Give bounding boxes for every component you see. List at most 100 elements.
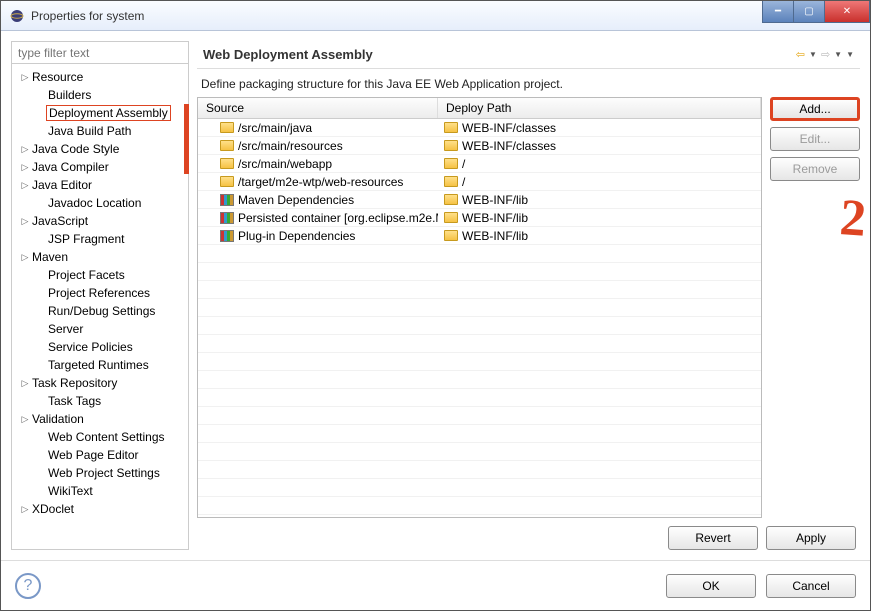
ok-button[interactable]: OK — [666, 574, 756, 598]
folder-icon — [444, 176, 458, 187]
sidebar-item-label: Server — [46, 322, 83, 336]
sidebar-item-label: Java Code Style — [30, 142, 119, 156]
sidebar-item-label: Project References — [46, 286, 150, 300]
sidebar-item-javascript[interactable]: ▷JavaScript — [12, 212, 188, 230]
col-source[interactable]: Source — [198, 98, 438, 118]
table-row-empty — [198, 335, 761, 353]
apply-button[interactable]: Apply — [766, 526, 856, 550]
source-text: Persisted container [org.eclipse.m2e.MAV… — [238, 211, 438, 225]
sidebar-item-label: JSP Fragment — [46, 232, 124, 246]
table-row[interactable]: /target/m2e-wtp/web-resources/ — [198, 173, 761, 191]
sidebar-item-project-facets[interactable]: Project Facets — [12, 266, 188, 284]
table-row-empty — [198, 353, 761, 371]
table-row-empty — [198, 497, 761, 515]
sidebar-item-web-content-settings[interactable]: Web Content Settings — [12, 428, 188, 446]
filter-input[interactable] — [12, 42, 188, 64]
library-icon — [220, 230, 234, 242]
close-button[interactable]: ✕ — [824, 1, 870, 23]
sidebar-item-server[interactable]: Server — [12, 320, 188, 338]
sidebar-item-java-compiler[interactable]: ▷Java Compiler — [12, 158, 188, 176]
forward-icon[interactable]: ⇨ — [821, 48, 830, 61]
sidebar-item-web-page-editor[interactable]: Web Page Editor — [12, 446, 188, 464]
table-row[interactable]: /src/main/resourcesWEB-INF/classes — [198, 137, 761, 155]
dialog-footer: ? OK Cancel — [1, 560, 870, 610]
sidebar-item-java-build-path[interactable]: Java Build Path — [12, 122, 188, 140]
sidebar-item-label: Service Policies — [46, 340, 133, 354]
sidebar-item-maven[interactable]: ▷Maven — [12, 248, 188, 266]
sidebar-item-wikitext[interactable]: WikiText — [12, 482, 188, 500]
expander-icon[interactable]: ▷ — [20, 72, 30, 83]
sidebar-item-xdoclet[interactable]: ▷XDoclet — [12, 500, 188, 518]
sidebar-item-task-repository[interactable]: ▷Task Repository — [12, 374, 188, 392]
back-menu-icon[interactable]: ▼ — [809, 50, 817, 59]
source-text: /src/main/webapp — [238, 157, 332, 171]
expander-icon[interactable]: ▷ — [20, 144, 30, 155]
sidebar-item-java-editor[interactable]: ▷Java Editor — [12, 176, 188, 194]
annotation-number-2: 2 — [838, 188, 868, 249]
page-title: Web Deployment Assembly — [203, 47, 796, 62]
sidebar-item-label: Web Project Settings — [46, 466, 160, 480]
sidebar-item-label: Run/Debug Settings — [46, 304, 155, 318]
revert-button[interactable]: Revert — [668, 526, 758, 550]
sidebar-item-builders[interactable]: Builders — [12, 86, 188, 104]
expander-icon[interactable]: ▷ — [20, 180, 30, 191]
folder-icon — [444, 230, 458, 241]
folder-icon — [220, 158, 234, 169]
back-icon[interactable]: ⇦ — [796, 48, 805, 61]
cell-deploy: / — [438, 157, 761, 171]
source-text: /src/main/java — [238, 121, 312, 135]
sidebar-item-project-references[interactable]: Project References — [12, 284, 188, 302]
help-icon[interactable]: ? — [15, 573, 41, 599]
add-button[interactable]: Add... — [770, 97, 860, 121]
cancel-button[interactable]: Cancel — [766, 574, 856, 598]
sidebar-item-jsp-fragment[interactable]: JSP Fragment — [12, 230, 188, 248]
page-description: Define packaging structure for this Java… — [197, 69, 860, 97]
deploy-text: WEB-INF/classes — [462, 139, 556, 153]
expander-icon[interactable]: ▷ — [20, 252, 30, 263]
expander-icon[interactable]: ▷ — [20, 504, 30, 515]
category-tree[interactable]: ▷ResourceBuildersDeployment AssemblyJava… — [12, 64, 188, 549]
forward-menu-icon[interactable]: ▼ — [834, 50, 842, 59]
title-bar: Properties for system ━ ▢ ✕ — [1, 1, 870, 31]
remove-button[interactable]: Remove — [770, 157, 860, 181]
sidebar-item-label: Web Page Editor — [46, 448, 139, 462]
table-row[interactable]: Persisted container [org.eclipse.m2e.MAV… — [198, 209, 761, 227]
sidebar-item-java-code-style[interactable]: ▷Java Code Style — [12, 140, 188, 158]
expander-icon[interactable]: ▷ — [20, 414, 30, 425]
edit-button[interactable]: Edit... — [770, 127, 860, 151]
folder-icon — [220, 140, 234, 151]
sidebar-item-validation[interactable]: ▷Validation — [12, 410, 188, 428]
col-deploy[interactable]: Deploy Path — [438, 98, 761, 118]
deploy-text: / — [462, 175, 465, 189]
minimize-button[interactable]: ━ — [762, 1, 794, 23]
table-row-empty — [198, 389, 761, 407]
cell-source: Maven Dependencies — [198, 193, 438, 207]
sidebar-item-service-policies[interactable]: Service Policies — [12, 338, 188, 356]
maximize-button[interactable]: ▢ — [793, 1, 825, 23]
table-row-empty — [198, 263, 761, 281]
table-row-empty — [198, 299, 761, 317]
table-body[interactable]: /src/main/javaWEB-INF/classes/src/main/r… — [198, 119, 761, 517]
table-header: Source Deploy Path — [198, 98, 761, 119]
table-row[interactable]: Plug-in DependenciesWEB-INF/lib — [198, 227, 761, 245]
deploy-text: WEB-INF/lib — [462, 229, 528, 243]
table-row[interactable]: /src/main/javaWEB-INF/classes — [198, 119, 761, 137]
sidebar-item-task-tags[interactable]: Task Tags — [12, 392, 188, 410]
sidebar-item-resource[interactable]: ▷Resource — [12, 68, 188, 86]
table-row-empty — [198, 245, 761, 263]
expander-icon[interactable]: ▷ — [20, 378, 30, 389]
sidebar-item-run-debug-settings[interactable]: Run/Debug Settings — [12, 302, 188, 320]
expander-icon[interactable]: ▷ — [20, 162, 30, 173]
sidebar-item-targeted-runtimes[interactable]: Targeted Runtimes — [12, 356, 188, 374]
sidebar-item-javadoc-location[interactable]: Javadoc Location — [12, 194, 188, 212]
folder-icon — [444, 194, 458, 205]
sidebar-item-deployment-assembly[interactable]: Deployment Assembly — [12, 104, 188, 122]
folder-icon — [444, 158, 458, 169]
expander-icon[interactable]: ▷ — [20, 216, 30, 227]
sidebar-item-web-project-settings[interactable]: Web Project Settings — [12, 464, 188, 482]
library-icon — [220, 212, 234, 224]
menu-icon[interactable]: ▼ — [846, 50, 854, 59]
table-row[interactable]: Maven DependenciesWEB-INF/lib — [198, 191, 761, 209]
table-row[interactable]: /src/main/webapp / — [198, 155, 761, 173]
sidebar-item-label: Resource — [30, 70, 83, 84]
